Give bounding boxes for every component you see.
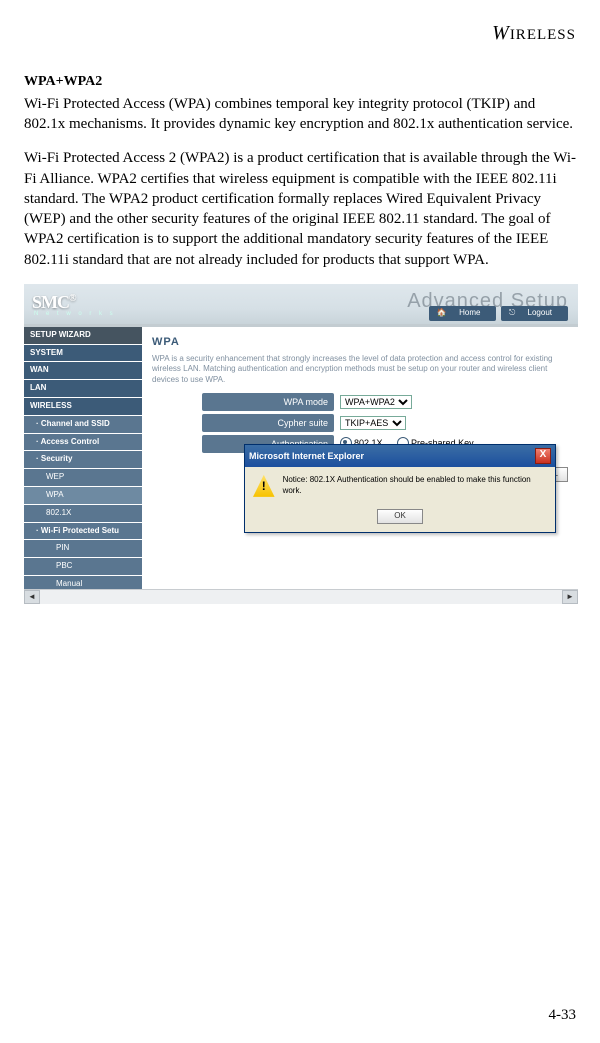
row-cypher: Cypher suite TKIP+AES (202, 414, 578, 432)
page-number: 4-33 (549, 1005, 577, 1025)
logout-button[interactable]: ⎋ Logout (501, 306, 568, 321)
ie-popup: Microsoft Internet Explorer X Notice: 80… (244, 444, 556, 533)
close-icon[interactable]: X (535, 448, 551, 464)
ok-button[interactable]: OK (377, 509, 423, 524)
sidebar-item[interactable]: Channel and SSID (24, 416, 142, 434)
horizontal-scrollbar[interactable]: ◄ ► (24, 589, 578, 604)
sidebar: SETUP WIZARDSYSTEMWANLANWIRELESSChannel … (24, 327, 142, 618)
scroll-left-icon[interactable]: ◄ (24, 590, 40, 604)
sidebar-item[interactable]: SYSTEM (24, 345, 142, 363)
running-head-rest: IRELESS (510, 27, 576, 43)
scroll-right-icon[interactable]: ► (562, 590, 578, 604)
wpa-title: WPA (152, 335, 578, 350)
running-head: WIRELESS (24, 20, 576, 47)
sidebar-item[interactable]: WPA (24, 487, 142, 505)
sidebar-item[interactable]: Security (24, 451, 142, 469)
wpa-desc: WPA is a security enhancement that stron… (152, 354, 568, 385)
home-button[interactable]: 🏠 Home (429, 306, 497, 321)
router-screenshot: SMC® N e t w o r k s Advanced Setup 🏠 Ho… (24, 284, 578, 618)
popup-message: Notice: 802.1X Authentication should be … (283, 475, 547, 497)
sidebar-item[interactable]: LAN (24, 380, 142, 398)
sidebar-item[interactable]: Wi-Fi Protected Setu (24, 523, 142, 541)
sidebar-item[interactable]: PIN (24, 540, 142, 558)
label-wpa-mode: WPA mode (202, 393, 334, 411)
top-buttons: 🏠 Home ⎋ Logout (427, 306, 568, 321)
select-cypher[interactable]: TKIP+AES (340, 416, 406, 430)
section-title: WPA+WPA2 (24, 73, 576, 92)
warning-icon (253, 475, 275, 497)
select-wpa-mode[interactable]: WPA+WPA2 (340, 395, 412, 409)
popup-titlebar: Microsoft Internet Explorer X (245, 445, 555, 467)
sidebar-item[interactable]: ROUTING (24, 612, 142, 618)
sidebar-item[interactable]: Access Control (24, 434, 142, 452)
sidebar-item[interactable]: PBC (24, 558, 142, 576)
running-head-big: W (492, 22, 510, 44)
row-wpa-mode: WPA mode WPA+WPA2 (202, 393, 578, 411)
logo-subtext: N e t w o r k s (34, 310, 116, 318)
sidebar-item[interactable]: SETUP WIZARD (24, 327, 142, 345)
sidebar-item[interactable]: 802.1X (24, 505, 142, 523)
sidebar-item[interactable]: WEP (24, 469, 142, 487)
para-2: Wi-Fi Protected Access 2 (WPA2) is a pro… (24, 148, 576, 270)
sidebar-item[interactable]: WAN (24, 362, 142, 380)
banner: SMC® N e t w o r k s Advanced Setup 🏠 Ho… (24, 284, 578, 327)
para-1: Wi-Fi Protected Access (WPA) combines te… (24, 94, 576, 135)
popup-title: Microsoft Internet Explorer (249, 450, 364, 462)
sidebar-item[interactable]: WIRELESS (24, 398, 142, 416)
label-cypher: Cypher suite (202, 414, 334, 432)
